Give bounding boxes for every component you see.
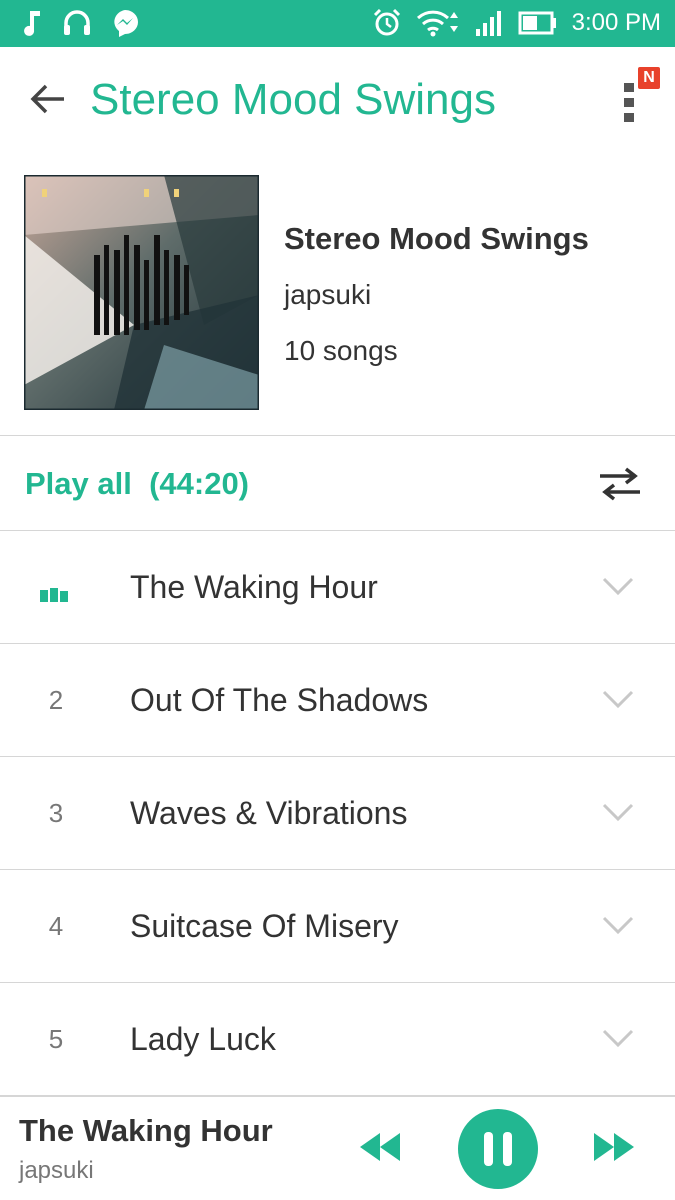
track-row[interactable]: 3 Waves & Vibrations (0, 757, 675, 870)
overflow-menu-button[interactable]: N (608, 67, 664, 127)
track-number: 4 (48, 911, 64, 941)
track-title: Lady Luck (130, 1021, 276, 1057)
battery-icon (518, 11, 556, 35)
chevron-down-icon[interactable] (600, 1026, 636, 1050)
play-all-row: Play all (44:20) (0, 436, 675, 530)
album-title: Stereo Mood Swings (284, 221, 589, 256)
alarm-icon (373, 8, 400, 36)
track-row[interactable]: The Waking Hour (0, 531, 675, 644)
headphones-icon (64, 10, 90, 35)
music-note-icon (24, 11, 40, 36)
track-title: Out Of The Shadows (130, 682, 429, 718)
status-bar: 3:00 PM (0, 0, 675, 47)
play-all-button[interactable]: Play all (44:20) (25, 466, 249, 502)
previous-button[interactable] (358, 1131, 402, 1163)
rewind-icon (360, 1133, 400, 1161)
track-number: 2 (48, 685, 64, 715)
pause-button[interactable] (458, 1109, 538, 1189)
now-playing-equalizer-icon (40, 588, 68, 602)
track-number: 5 (48, 1024, 64, 1054)
now-playing-title: The Waking Hour (19, 1113, 273, 1148)
signal-icon (475, 11, 501, 36)
shuffle-button[interactable] (598, 466, 642, 502)
notification-badge: N (638, 67, 660, 89)
status-time: 3:00 PM (571, 9, 661, 36)
chevron-down-icon[interactable] (600, 687, 636, 711)
album-header: Stereo Mood Swings japsuki 10 songs (0, 157, 675, 435)
now-playing-artist: japsuki (19, 1157, 94, 1184)
track-title: The Waking Hour (130, 569, 378, 605)
app-bar: Stereo Mood Swings N (0, 47, 675, 157)
wifi-icon (416, 10, 458, 37)
track-list: The Waking Hour 2 Out Of The Shadows 3 W… (0, 531, 675, 1096)
chevron-down-icon[interactable] (600, 913, 636, 937)
shuffle-icon (600, 467, 640, 501)
track-number: 3 (48, 798, 64, 828)
track-title: Waves & Vibrations (130, 795, 408, 831)
back-button[interactable] (28, 79, 68, 119)
now-playing-bar[interactable]: The Waking Hour japsuki (0, 1096, 675, 1200)
pause-icon (484, 1132, 512, 1166)
track-title: Suitcase Of Misery (130, 908, 399, 944)
track-row[interactable]: 5 Lady Luck (0, 983, 675, 1096)
next-button[interactable] (592, 1131, 636, 1163)
messenger-icon (114, 10, 138, 37)
album-cover (24, 175, 259, 410)
page-title: Stereo Mood Swings (90, 75, 496, 124)
arrow-left-icon (30, 84, 64, 114)
album-song-count: 10 songs (284, 335, 398, 366)
track-row[interactable]: 4 Suitcase Of Misery (0, 870, 675, 983)
chevron-down-icon[interactable] (600, 574, 636, 598)
chevron-down-icon[interactable] (600, 800, 636, 824)
album-artist: japsuki (284, 279, 372, 310)
track-row[interactable]: 2 Out Of The Shadows (0, 644, 675, 757)
fast-forward-icon (594, 1133, 634, 1161)
